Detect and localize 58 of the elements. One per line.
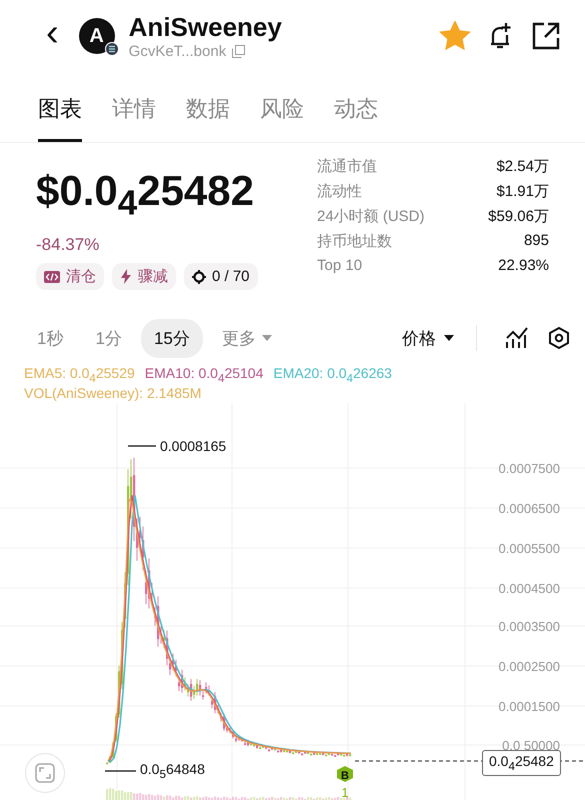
leader-line (128, 445, 156, 447)
tab[interactable]: 详情 (112, 90, 156, 142)
buy-count: 1 (341, 785, 349, 800)
tag-badge: 0 / 70 (184, 263, 258, 290)
tab[interactable]: 风险 (260, 90, 304, 142)
y-axis-label: 0.0001500 (498, 699, 560, 714)
lightning-icon (120, 269, 132, 284)
stat-value: 22.93% (498, 257, 549, 274)
high-price-label: 0.0008165 (160, 438, 226, 454)
copy-icon[interactable] (232, 45, 246, 58)
tab[interactable]: 动态 (334, 90, 378, 142)
tab[interactable]: 图表 (38, 90, 82, 142)
y-axis-label: 0.0004500 (498, 581, 560, 596)
price-mode-dropdown[interactable]: 价格 (396, 326, 460, 350)
token-title: AniSweeney (128, 12, 283, 43)
timeframe-tab[interactable]: 1分 (82, 318, 135, 358)
stat-label: Top 10 (317, 257, 362, 274)
back-button[interactable]: ‹ (40, 14, 65, 58)
y-axis-label: 0.0007500 (498, 461, 560, 476)
y-axis-label: 0.0003500 (498, 619, 560, 634)
favorite-star-icon[interactable] (439, 21, 471, 51)
token-price: $0.0$_{4}$25482 (36, 167, 256, 224)
tag-badge: 清仓 (36, 263, 104, 290)
tag-badge: 骤减 (112, 263, 176, 290)
y-axis-label: 0.0005500 (498, 541, 560, 556)
stat-label: 流通市值 (317, 157, 377, 176)
low-price-label: 0.0$_{5}$64848 (140, 761, 205, 781)
ema-legend: EMA10: 0.0$_{4}$25104 (144, 365, 264, 385)
indicator-icon[interactable] (505, 327, 529, 349)
share-icon[interactable] (531, 21, 561, 51)
chain-icon (104, 42, 119, 56)
price-change: -84.37% (36, 235, 100, 256)
y-axis-label: 0.0002500 (498, 659, 560, 674)
ema-legend: EMA5: 0.0$_{4}$25529 (24, 365, 135, 385)
timeframe-tab[interactable]: 1秒 (24, 318, 76, 358)
code-icon (44, 270, 60, 283)
timeframe-tab[interactable]: 15分 (140, 318, 203, 358)
y-axis-label: 0.0006500 (498, 501, 560, 516)
fullscreen-icon (35, 763, 55, 783)
settings-icon[interactable] (547, 326, 571, 350)
stat-value: $1.91万 (496, 182, 549, 201)
y-axis-label: 0.0 50000 (502, 738, 560, 753)
stat-label: 持币地址数 (317, 232, 392, 251)
stat-value: 895 (524, 232, 549, 251)
stat-label: 24小时额 (USD) (317, 207, 425, 226)
buy-marker-letter: B (341, 770, 349, 782)
target-icon (192, 270, 206, 284)
contract-address: GcvKeT...bonk (128, 43, 226, 60)
volume-legend: VOL(AniSweeney): 2.1485M (24, 384, 202, 401)
stat-label: 流动性 (317, 182, 362, 201)
timeframe-tab[interactable]: 更多 (208, 318, 285, 358)
ema-legend: EMA20: 0.0$_{4}$26263 (273, 365, 392, 385)
tab[interactable]: 数据 (186, 90, 230, 142)
last-price-tag: 0.0$_{4}$25482 (482, 750, 561, 776)
buy-marker (337, 766, 353, 782)
stat-value: $59.06万 (488, 207, 549, 226)
stat-value: $2.54万 (496, 157, 549, 176)
leader-line (105, 770, 136, 772)
